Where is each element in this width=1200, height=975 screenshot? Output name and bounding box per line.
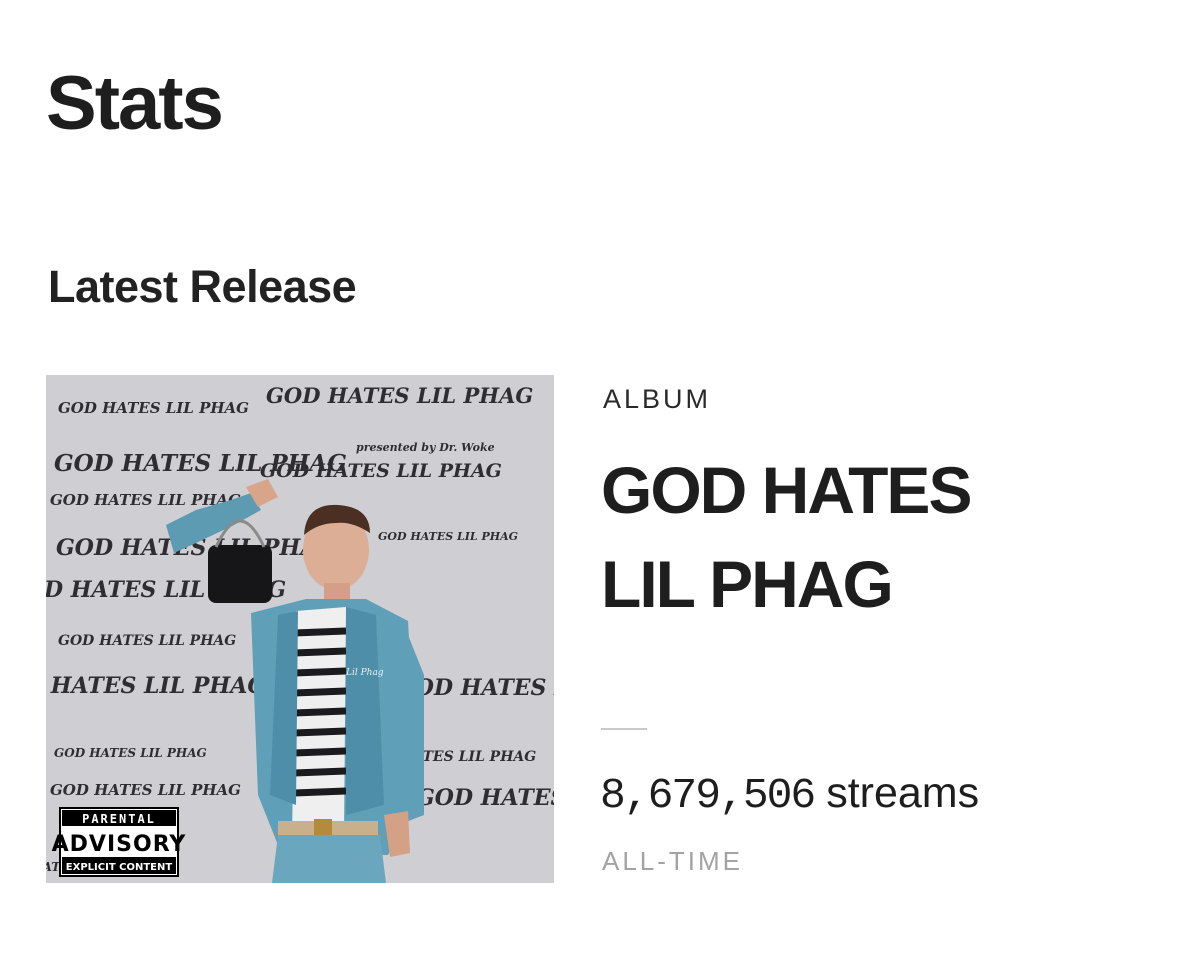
page-title: Stats [46, 61, 224, 146]
svg-text:EXPLICIT CONTENT: EXPLICIT CONTENT [66, 862, 173, 873]
release-type-label: ALBUM [603, 384, 712, 414]
cover-jacket-tag: Lil Phag [345, 668, 384, 678]
section-title-latest-release: Latest Release [48, 261, 357, 312]
svg-text:PARENTAL: PARENTAL [82, 812, 156, 826]
svg-text:ADVISORY: ADVISORY [52, 832, 187, 857]
stream-count-unit: streams [826, 769, 980, 817]
cover-title-lettering: GOD HATES LIL PHAG [54, 746, 207, 760]
stream-period-label: ALL-TIME [602, 846, 744, 876]
cover-title-lettering: GOD HATES LIL PHAG [266, 383, 533, 408]
cover-title-lettering: GOD HATES LIL PHAG [50, 781, 241, 799]
stream-count-line: 8,679,506 streams [600, 769, 980, 820]
cover-title-lettering: GOD HATES LIL PHAG [416, 785, 554, 811]
cover-title-lettering: GOD HATES LIL PHAG [378, 530, 518, 543]
parental-advisory-label: PARENTAL ADVISORY EXPLICIT CONTENT [52, 807, 187, 877]
cover-credit-text: presented by Dr. Woke [356, 441, 495, 454]
cover-title-lettering: GOD HATES LIL PHAG [58, 633, 236, 649]
release-title-line-2: LIL PHAG [601, 547, 894, 621]
cover-title-lettering: GOD HATES LIL PHAG [46, 673, 266, 699]
release-title-line-1: GOD HATES [601, 453, 972, 527]
release-title[interactable]: GOD HATES LIL PHAG [601, 443, 1161, 631]
release-info: ALBUM GOD HATES LIL PHAG [601, 380, 1161, 631]
cover-title-lettering: GOD HATES LIL PHAG [260, 460, 502, 482]
album-cover-art[interactable]: GOD HATES LIL PHAG GOD HATES LIL PHAG GOD … [46, 375, 554, 883]
stream-count-value: 8,679,506 [600, 771, 816, 820]
divider [601, 728, 647, 730]
cover-title-lettering: GOD HATES LIL PHAG [58, 399, 249, 417]
